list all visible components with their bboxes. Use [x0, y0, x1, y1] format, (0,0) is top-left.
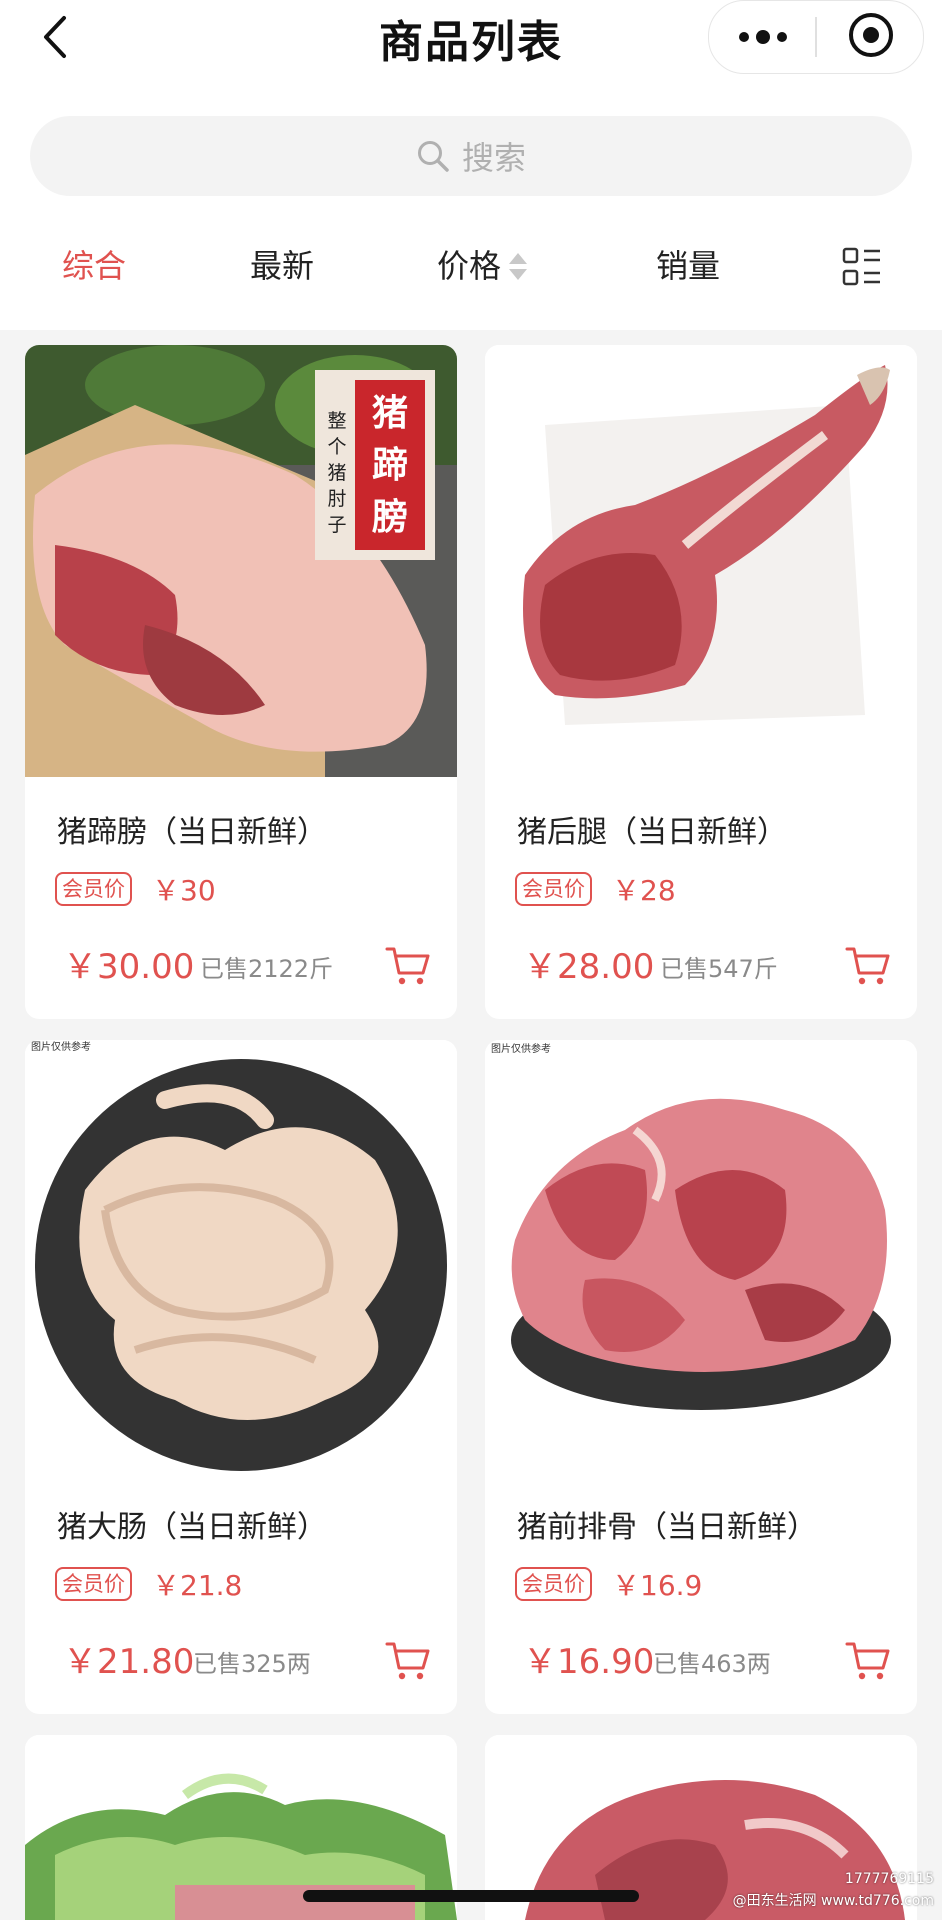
member-price-row: 会员价 ￥28 [515, 871, 676, 907]
top-bar: 商品列表 搜索 综合 最新 价格 销量 [0, 0, 942, 330]
product-price: ￥16.90 [523, 1642, 655, 1682]
sold-count: 已售547斤 [660, 955, 778, 983]
filter-comprehensive[interactable]: 综合 [62, 238, 126, 294]
product-price: ￥21.80 [63, 1642, 195, 1682]
product-card[interactable]: 猪后腿（当日新鲜） 会员价 ￥28 ￥28.00 已售547斤 [485, 345, 917, 1019]
member-price: ￥28 [612, 874, 676, 907]
more-button[interactable] [709, 1, 816, 73]
product-name: 猪蹄膀（当日新鲜） [57, 815, 327, 850]
image-subtitle-text: 子 [327, 514, 346, 536]
image-subtitle-text: 整 [327, 410, 346, 432]
product-name: 猪后腿（当日新鲜） [517, 815, 787, 850]
product-name: 猪大肠（当日新鲜） [57, 1510, 327, 1545]
image-subtitle-text: 肘 [327, 488, 346, 510]
member-badge: 会员价 [55, 872, 132, 906]
cart-icon[interactable] [385, 1640, 431, 1682]
filter-newest[interactable]: 最新 [250, 238, 314, 294]
member-price-row: 会员价 ￥16.9 [515, 1566, 702, 1602]
home-indicator [303, 1890, 639, 1902]
member-badge: 会员价 [515, 1567, 592, 1601]
sort-arrows-icon [509, 253, 528, 283]
member-price: ￥30 [152, 874, 216, 907]
image-title-text: 膀 [371, 496, 408, 538]
product-image [485, 345, 917, 777]
member-badge: 会员价 [515, 872, 592, 906]
member-price: ￥16.9 [612, 1569, 703, 1602]
search-placeholder: 搜索 [461, 139, 526, 177]
product-price: ￥28.00 [523, 947, 655, 987]
watermark-line: @田东生活网 www.td776.com [732, 1893, 934, 1909]
more-dot-icon [776, 32, 787, 42]
image-caption: 图片仅供参考 [31, 1040, 91, 1053]
more-dot-icon [738, 32, 749, 42]
watermark-line: 1777769115 [844, 1871, 934, 1887]
close-mini-program-icon[interactable] [849, 13, 893, 57]
product-name: 猪前排骨（当日新鲜） [517, 1510, 817, 1545]
image-subtitle-text: 个 [327, 436, 346, 458]
product-card[interactable]: 图片仅供参考 猪前排骨（当日新鲜） 会员价 ￥16.9 ￥16.90 已售463… [485, 1040, 917, 1714]
capsule-divider [815, 17, 817, 57]
product-image: 图片仅供参考 [25, 1040, 457, 1472]
member-price-row: 会员价 ￥30 [55, 871, 216, 907]
search-bar[interactable]: 搜索 [30, 116, 912, 196]
cart-icon[interactable] [385, 945, 431, 987]
member-badge: 会员价 [55, 1567, 132, 1601]
image-caption: 图片仅供参考 [491, 1042, 551, 1055]
cart-icon[interactable] [845, 945, 891, 987]
product-price: ￥30.00 [63, 947, 195, 987]
member-price-row: 会员价 ￥21.8 [55, 1566, 242, 1602]
sold-count: 已售463两 [653, 1650, 771, 1678]
product-image: 图片仅供参考 [485, 1040, 917, 1472]
filter-bar: 综合 最新 价格 销量 [0, 238, 942, 294]
image-title-text: 猪 [372, 392, 408, 434]
image-subtitle-text: 猪 [327, 462, 346, 484]
sold-count: 已售325两 [193, 1650, 311, 1678]
image-title-text: 蹄 [372, 444, 408, 486]
filter-sales[interactable]: 销量 [656, 238, 720, 294]
sold-count: 已售2122斤 [200, 955, 334, 983]
watermark: 1777769115 @田东生活网 www.td776.com [733, 1868, 934, 1912]
product-card[interactable]: 猪 蹄 膀 整 个 猪 肘 子 猪蹄膀（当日新鲜） 会员价 ￥30 ￥30.00… [25, 345, 457, 1019]
more-dot-icon [755, 30, 770, 44]
grid-list-toggle-icon[interactable] [842, 247, 882, 287]
filter-price-label: 价格 [437, 247, 502, 285]
search-icon [417, 141, 449, 172]
product-card[interactable]: 图片仅供参考 猪大肠（当日新鲜） 会员价 ￥21.8 ￥21.80 已售325两 [25, 1040, 457, 1714]
navigation-bar: 商品列表 [0, 0, 942, 75]
cart-icon[interactable] [845, 1640, 891, 1682]
member-price: ￥21.8 [152, 1569, 243, 1602]
filter-price[interactable]: 价格 [437, 238, 528, 294]
product-image: 猪 蹄 膀 整 个 猪 肘 子 [25, 345, 457, 777]
mini-program-capsule [708, 0, 924, 74]
